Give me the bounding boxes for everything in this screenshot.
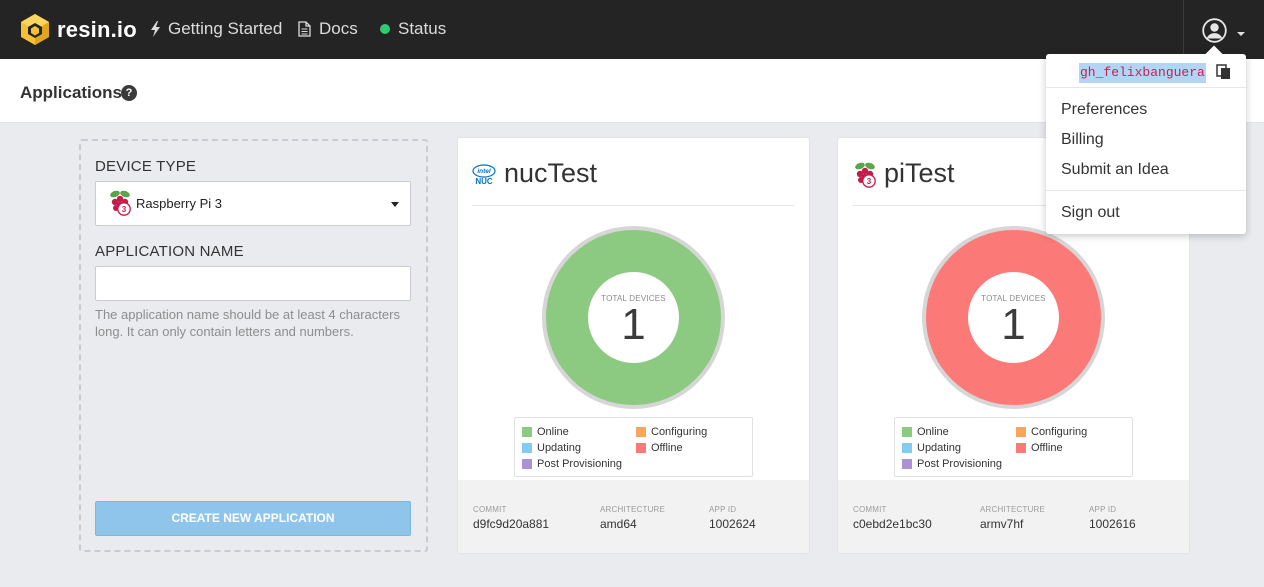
menu-item-preferences[interactable]: Preferences — [1061, 101, 1147, 119]
raspberry-pi-icon: 3 — [855, 162, 876, 188]
architecture-value: amd64 — [600, 517, 637, 531]
username-text[interactable]: gh_felixbanguera — [1079, 63, 1206, 83]
brand-name: resin.io — [57, 16, 137, 42]
total-devices-count: 1 — [621, 300, 646, 349]
nav-status-label: Status — [398, 19, 447, 38]
status-legend: Online Configuring Updating Offline Post… — [894, 417, 1133, 477]
lightning-icon — [151, 21, 160, 37]
commit-value: c0ebd2e1bc30 — [853, 517, 932, 531]
legend-updating: Updating — [522, 442, 581, 454]
navbar-divider — [1183, 0, 1184, 59]
brand-logo[interactable]: resin.io — [20, 13, 137, 46]
app-card-footer: COMMIT c0ebd2e1bc30 ARCHITECTURE armv7hf… — [838, 480, 1189, 553]
status-legend: Online Configuring Updating Offline Post… — [514, 417, 753, 477]
nav-getting-started[interactable]: Getting Started — [151, 19, 282, 39]
menu-item-sign-out[interactable]: Sign out — [1061, 204, 1120, 222]
user-avatar-icon[interactable] — [1202, 18, 1227, 43]
device-type-value: Raspberry Pi 3 — [136, 196, 222, 211]
legend-offline: Offline — [1016, 442, 1063, 454]
intel-nuc-icon: intel NUC — [472, 164, 496, 186]
architecture-label: ARCHITECTURE — [600, 505, 666, 514]
architecture-value: armv7hf — [980, 517, 1024, 531]
commit-value: d9fc9d20a881 — [473, 517, 550, 531]
top-navbar: resin.io Getting Started Docs Status — [0, 0, 1264, 59]
menu-divider — [1046, 190, 1246, 191]
nav-status[interactable]: Status — [380, 19, 446, 39]
commit-label: COMMIT — [473, 505, 507, 514]
nav-getting-started-label: Getting Started — [168, 19, 283, 38]
legend-updating: Updating — [902, 442, 961, 454]
donut-center: TOTAL DEVICES 1 — [588, 272, 679, 363]
app-card-footer: COMMIT d9fc9d20a881 ARCHITECTURE amd64 A… — [458, 480, 809, 553]
architecture-label: ARCHITECTURE — [980, 505, 1046, 514]
legend-configuring: Configuring — [1016, 426, 1087, 438]
app-card-header: intel NUC nucTest — [472, 158, 794, 206]
raspberry-pi-icon: 3 — [110, 190, 131, 216]
app-name[interactable]: piTest — [884, 158, 955, 189]
legend-post-provisioning: Post Provisioning — [522, 458, 622, 470]
user-dropdown-menu: gh_felixbanguera Preferences Billing Sub… — [1046, 45, 1246, 234]
svg-text:intel: intel — [477, 168, 491, 175]
legend-post-provisioning: Post Provisioning — [902, 458, 1002, 470]
page-title: Applications — [20, 83, 123, 102]
device-status-donut: TOTAL DEVICES 1 — [546, 230, 721, 405]
device-type-label: DEVICE TYPE — [95, 158, 197, 175]
chevron-down-icon — [391, 202, 399, 207]
svg-text:3: 3 — [122, 205, 127, 214]
chevron-down-icon[interactable] — [1237, 32, 1245, 36]
status-dot-icon — [380, 24, 390, 34]
create-application-button[interactable]: CREATE NEW APPLICATION — [95, 501, 411, 536]
create-application-panel: DEVICE TYPE 3 Raspberry Pi 3 APPLICATION… — [79, 139, 428, 552]
copy-icon[interactable] — [1216, 64, 1232, 80]
app-name[interactable]: nucTest — [504, 158, 597, 189]
total-devices-count: 1 — [1001, 300, 1026, 349]
menu-divider — [1046, 87, 1246, 88]
document-icon — [298, 21, 311, 37]
nav-docs-label: Docs — [319, 19, 358, 38]
app-name-help-text: The application name should be at least … — [95, 307, 400, 339]
legend-configuring: Configuring — [636, 426, 707, 438]
donut-center: TOTAL DEVICES 1 — [968, 272, 1059, 363]
commit-label: COMMIT — [853, 505, 887, 514]
svg-text:3: 3 — [867, 177, 872, 186]
resin-cube-icon — [21, 14, 49, 45]
app-id-label: APP ID — [1089, 505, 1117, 514]
app-id-value: 1002616 — [1089, 517, 1136, 531]
nav-docs[interactable]: Docs — [298, 19, 358, 39]
device-type-select[interactable]: 3 Raspberry Pi 3 — [95, 181, 411, 226]
device-status-donut: TOTAL DEVICES 1 — [926, 230, 1101, 405]
legend-online: Online — [902, 426, 949, 438]
app-card-nuctest[interactable]: intel NUC nucTest TOTAL DEVICES 1 Online… — [458, 138, 809, 553]
app-id-label: APP ID — [709, 505, 737, 514]
svg-text:NUC: NUC — [475, 177, 493, 186]
app-name-input[interactable] — [95, 266, 411, 301]
legend-online: Online — [522, 426, 569, 438]
help-icon[interactable]: ? — [121, 85, 137, 101]
menu-item-billing[interactable]: Billing — [1061, 131, 1104, 149]
legend-offline: Offline — [636, 442, 683, 454]
menu-item-submit-idea[interactable]: Submit an Idea — [1061, 161, 1169, 179]
app-id-value: 1002624 — [709, 517, 756, 531]
app-name-label: APPLICATION NAME — [95, 243, 244, 260]
